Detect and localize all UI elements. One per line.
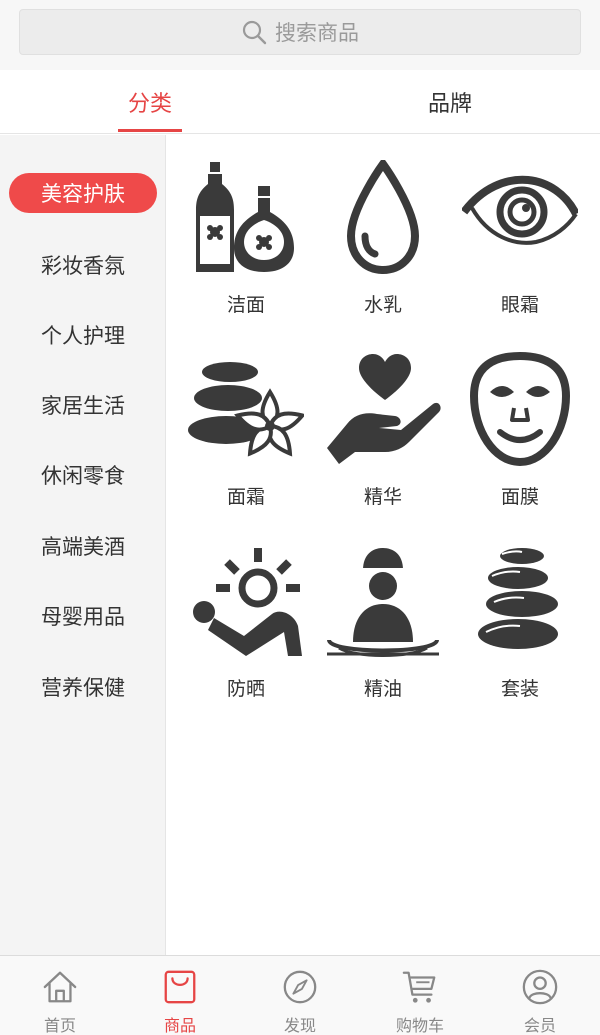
sidebar-item-beauty-skincare[interactable]: 美容护肤 [9, 173, 157, 213]
grid-item-face-mask[interactable]: 面膜 [452, 332, 588, 512]
sidebar-item-personal-care[interactable]: 个人护理 [0, 310, 166, 360]
grid-item-face-cream[interactable]: 面霜 [178, 332, 314, 512]
subcategory-grid: 洁面 水乳 眼霜 面霜 精华 面膜 防晒 精油 套装 [166, 135, 600, 955]
sunbathing-icon [193, 548, 302, 656]
tab-category[interactable]: 分类 [118, 70, 182, 134]
face-mask-icon [469, 352, 571, 467]
search-placeholder: 搜索商品 [275, 21, 359, 45]
stacked-stones-icon [478, 548, 558, 649]
nav-member[interactable]: 会员 [480, 956, 600, 1035]
active-tab-indicator [118, 129, 182, 132]
sidebar-item-nutrition-health[interactable]: 营养保健 [0, 662, 166, 712]
bottles-icon [196, 162, 294, 272]
compass-icon [283, 970, 317, 1004]
grid-item-label: 套装 [500, 678, 539, 700]
shopping-bag-icon [164, 970, 196, 1004]
category-sidebar: 美容护肤 彩妆香氛 个人护理 家居生活 休闲零食 高端美酒 母婴用品 营养保健 [0, 135, 166, 955]
search-icon [242, 20, 267, 45]
home-icon [43, 971, 77, 1003]
eye-icon [462, 175, 578, 245]
heart-hand-icon [327, 354, 441, 464]
grid-item-sunscreen[interactable]: 防晒 [178, 524, 314, 704]
nav-label: 会员 [523, 1016, 556, 1035]
grid-item-label: 精油 [363, 678, 402, 700]
grid-item-cleanser[interactable]: 洁面 [178, 140, 314, 320]
grid-item-label: 面霜 [226, 486, 265, 508]
grid-item-lotion[interactable]: 水乳 [315, 140, 451, 320]
nav-label: 发现 [283, 1016, 316, 1035]
tab-brand[interactable]: 品牌 [418, 70, 482, 134]
search-bar: 搜索商品 [0, 0, 600, 70]
spa-person-icon [327, 548, 439, 657]
nav-products[interactable]: 商品 [120, 956, 240, 1035]
sidebar-item-home-living[interactable]: 家居生活 [0, 380, 166, 430]
grid-item-eye-cream[interactable]: 眼霜 [452, 140, 588, 320]
grid-item-label: 面膜 [500, 486, 539, 508]
nav-cart[interactable]: 购物车 [360, 956, 480, 1035]
nav-label: 首页 [43, 1016, 76, 1035]
nav-home[interactable]: 首页 [0, 956, 120, 1035]
sidebar-item-fine-wine[interactable]: 高端美酒 [0, 521, 166, 571]
grid-item-label: 防晒 [226, 678, 265, 700]
grid-item-label: 精华 [363, 486, 402, 508]
bottom-nav: 首页 商品 发现 购物车 会员 [0, 955, 600, 1035]
grid-item-essential-oil[interactable]: 精油 [315, 524, 451, 704]
grid-item-gift-set[interactable]: 套装 [452, 524, 588, 704]
user-icon [522, 969, 558, 1005]
drop-icon [346, 160, 420, 275]
cart-icon [402, 971, 436, 1003]
sidebar-item-snacks[interactable]: 休闲零食 [0, 450, 166, 500]
grid-item-label: 眼霜 [500, 294, 539, 316]
nav-label: 购物车 [395, 1016, 444, 1035]
spa-stones-flower-icon [188, 362, 304, 457]
nav-discover[interactable]: 发现 [240, 956, 360, 1035]
grid-item-label: 洁面 [226, 294, 265, 316]
sidebar-item-mother-baby[interactable]: 母婴用品 [0, 591, 166, 641]
search-input[interactable]: 搜索商品 [19, 9, 581, 55]
nav-label: 商品 [163, 1016, 196, 1035]
grid-item-serum[interactable]: 精华 [315, 332, 451, 512]
grid-item-label: 水乳 [363, 294, 402, 316]
category-tabs: 分类 品牌 [0, 70, 600, 134]
sidebar-item-makeup-fragrance[interactable]: 彩妆香氛 [0, 240, 166, 290]
